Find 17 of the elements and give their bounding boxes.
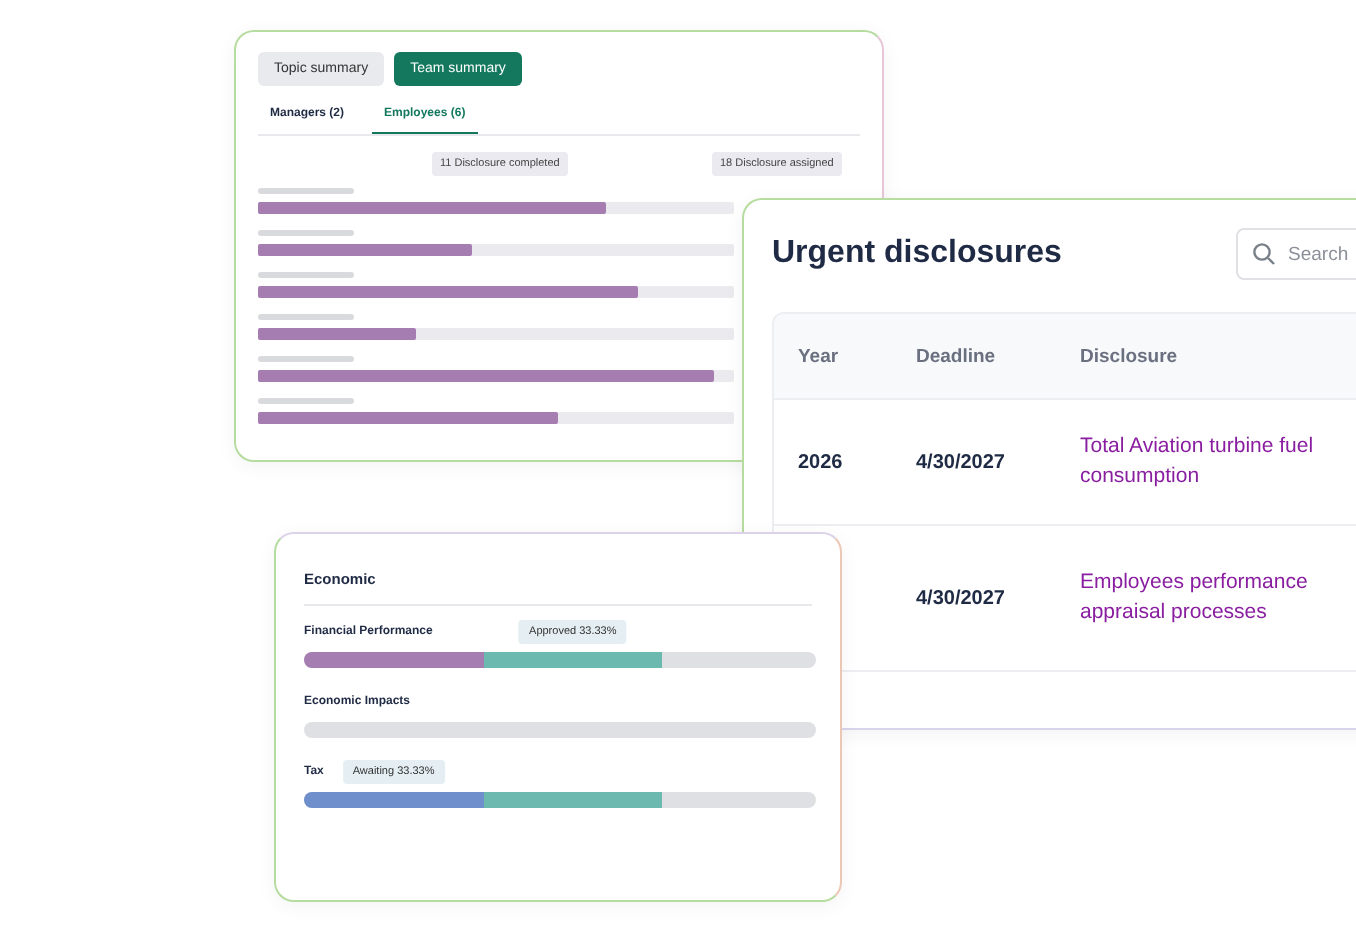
column-header: Deadline — [914, 345, 998, 367]
disclosure-link[interactable]: Employees performance appraisal processes — [1056, 568, 1356, 628]
placeholder-line — [258, 188, 354, 194]
table-cell-text: 4/30/2027 — [914, 451, 1007, 473]
card-title: Urgent disclosures — [772, 236, 1062, 272]
disclosure-link[interactable]: Total Aviation turbine fuel consumption — [1056, 432, 1356, 492]
table-cell-text: 4/30/2027 — [914, 587, 1007, 609]
column-header: Year — [796, 345, 841, 367]
placeholder-line — [258, 230, 354, 236]
placeholder-line — [258, 314, 354, 320]
placeholder-line — [258, 272, 354, 278]
column-header: Disclosure — [1078, 345, 1180, 367]
placeholder-line — [258, 356, 354, 362]
search-icon — [1252, 242, 1276, 266]
search-field[interactable]: Search — [1236, 228, 1356, 280]
placeholder-line — [258, 398, 354, 404]
table-cell: 2026 — [798, 451, 843, 473]
